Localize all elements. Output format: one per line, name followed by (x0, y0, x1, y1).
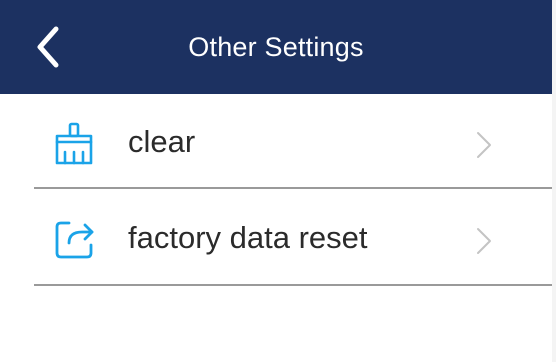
settings-item-label: factory data reset (128, 220, 368, 255)
settings-item-clear[interactable]: clear (0, 94, 552, 190)
broom-icon (55, 122, 93, 165)
settings-item-factory-data-reset[interactable]: factory data reset (0, 190, 552, 286)
settings-item-label: clear (128, 124, 196, 159)
scroll-edge (552, 0, 556, 362)
chevron-left-icon (37, 26, 59, 68)
chevron-right-icon (477, 132, 491, 158)
settings-screen: Other Settings clear factory data reset (0, 0, 552, 362)
divider (34, 284, 552, 286)
divider (34, 187, 552, 189)
back-button[interactable] (26, 21, 74, 73)
reset-export-icon (55, 221, 94, 259)
chevron-right-icon (477, 228, 491, 254)
app-header: Other Settings (0, 0, 552, 94)
page-title: Other Settings (188, 32, 364, 62)
